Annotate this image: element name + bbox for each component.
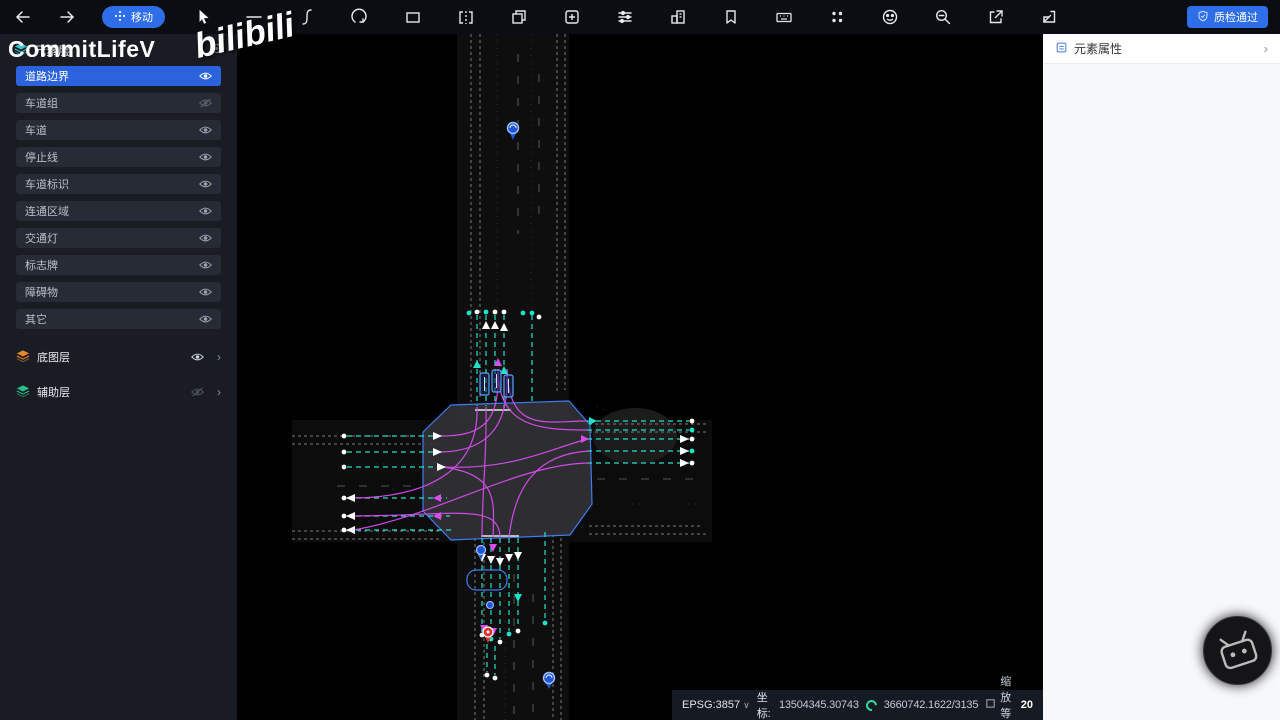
base-layer-label: 底图层 <box>37 352 70 364</box>
eye-icon[interactable] <box>191 352 204 362</box>
arc-tool-icon[interactable] <box>349 6 371 28</box>
zoom-level-icon <box>985 698 996 712</box>
back-icon[interactable] <box>12 6 34 28</box>
eye-off-icon[interactable] <box>199 98 212 108</box>
keyboard-tool-icon[interactable] <box>773 6 795 28</box>
eye-icon[interactable] <box>199 125 212 135</box>
top-toolbar: 移动 质检通过 <box>0 0 1280 34</box>
zoom-level-value: 20 <box>1020 699 1033 711</box>
cursor-tool-icon[interactable] <box>193 6 215 28</box>
curve-tool-icon[interactable] <box>296 6 318 28</box>
eye-icon[interactable] <box>199 179 212 189</box>
chevron-right-icon[interactable]: › <box>217 385 221 399</box>
sign-marker-small[interactable] <box>485 600 495 610</box>
eye-icon[interactable] <box>199 233 212 243</box>
chevron-down-icon: ∨ <box>743 699 750 710</box>
tool-row <box>243 6 1060 28</box>
split-rect-tool-icon[interactable] <box>455 6 477 28</box>
move-label: 移动 <box>131 12 153 24</box>
chevron-right-icon[interactable]: › <box>1264 41 1268 56</box>
chevron-right-icon[interactable]: › <box>217 350 221 364</box>
layer-item-connected-area[interactable]: 连通区域 <box>16 201 221 221</box>
layers-sidebar: 元素层 道路边界 车道组 车道 停止线 车道标识 连通区域 交通灯 标志牌 障碍… <box>0 34 237 720</box>
layer-item-lane[interactable]: 车道 <box>16 120 221 140</box>
status-bar: EPSG:3857 ∨ 坐标: 13504345.30743 3660742.1… <box>672 676 1043 720</box>
eye-icon[interactable] <box>199 260 212 270</box>
properties-icon <box>1055 41 1068 57</box>
loading-spinner-icon <box>863 697 880 713</box>
shield-icon <box>1197 10 1209 25</box>
base-map-layer-group[interactable]: 底图层 › <box>0 345 237 369</box>
rect-tool-icon[interactable] <box>402 6 424 28</box>
eye-icon[interactable] <box>199 206 212 216</box>
aux-layer-icon <box>16 384 30 401</box>
coord-y-value: 3660742.1622/3135 <box>883 699 979 711</box>
zoom-level-label: 缩放等级: <box>1000 676 1012 720</box>
eye-off-icon[interactable] <box>191 387 204 397</box>
layer-item-road-boundary[interactable]: 道路边界 <box>16 66 221 86</box>
face-tool-icon[interactable] <box>879 6 901 28</box>
element-layer-header: 元素层 <box>0 34 237 66</box>
locate-icon[interactable] <box>210 42 223 58</box>
layer-item-obstacle[interactable]: 障碍物 <box>16 282 221 302</box>
sliders-tool-icon[interactable] <box>614 6 636 28</box>
move-tool-button[interactable]: 移动 <box>102 6 165 28</box>
point-cloud-roads <box>292 34 712 720</box>
layer-item-other[interactable]: 其它 <box>16 309 221 329</box>
eye-icon[interactable] <box>199 314 212 324</box>
add-rect-tool-icon[interactable] <box>561 6 583 28</box>
aux-layer-label: 辅助层 <box>37 387 70 399</box>
map-canvas[interactable]: EPSG:3857 ∨ 坐标: 13504345.30743 3660742.1… <box>237 34 1043 720</box>
element-layer-title: 元素层 <box>34 43 71 58</box>
eye-icon[interactable] <box>199 152 212 162</box>
move-icon <box>114 10 126 25</box>
zoom-out-tool-icon[interactable] <box>932 6 954 28</box>
bookmark-tool-icon[interactable] <box>720 6 742 28</box>
qc-pass-label: 质检通过 <box>1214 12 1258 24</box>
import-tool-icon[interactable] <box>1038 6 1060 28</box>
layer-item-stop-line[interactable]: 停止线 <box>16 147 221 167</box>
properties-title: 元素属性 <box>1074 42 1123 56</box>
epsg-selector[interactable]: EPSG:3857 ∨ <box>682 699 750 711</box>
line-tool-icon[interactable] <box>243 6 265 28</box>
layer-item-traffic-light[interactable]: 交通灯 <box>16 228 221 248</box>
building-tool-icon[interactable] <box>667 6 689 28</box>
element-layer-list: 道路边界 车道组 车道 停止线 车道标识 连通区域 交通灯 标志牌 障碍物 其它 <box>0 66 237 329</box>
layers-icon <box>14 42 28 59</box>
base-layer-icon <box>16 349 30 366</box>
qc-pass-button[interactable]: 质检通过 <box>1187 6 1268 28</box>
aux-layer-group[interactable]: 辅助层 › <box>0 380 237 404</box>
eye-icon[interactable] <box>199 287 212 297</box>
properties-header: 元素属性 › <box>1043 34 1280 64</box>
nodes-tool-icon[interactable] <box>826 6 848 28</box>
bilibili-tv-logo <box>1203 616 1272 685</box>
coord-x-value: 13504345.30743 <box>778 699 859 711</box>
copy-tool-icon[interactable] <box>508 6 530 28</box>
layer-item-lane-marking[interactable]: 车道标识 <box>16 174 221 194</box>
export-tool-icon[interactable] <box>985 6 1007 28</box>
coord-label: 坐标: <box>756 692 771 720</box>
layer-item-lane-group[interactable]: 车道组 <box>16 93 221 113</box>
eye-icon[interactable] <box>199 71 212 81</box>
layer-item-sign[interactable]: 标志牌 <box>16 255 221 275</box>
forward-icon[interactable] <box>56 6 78 28</box>
